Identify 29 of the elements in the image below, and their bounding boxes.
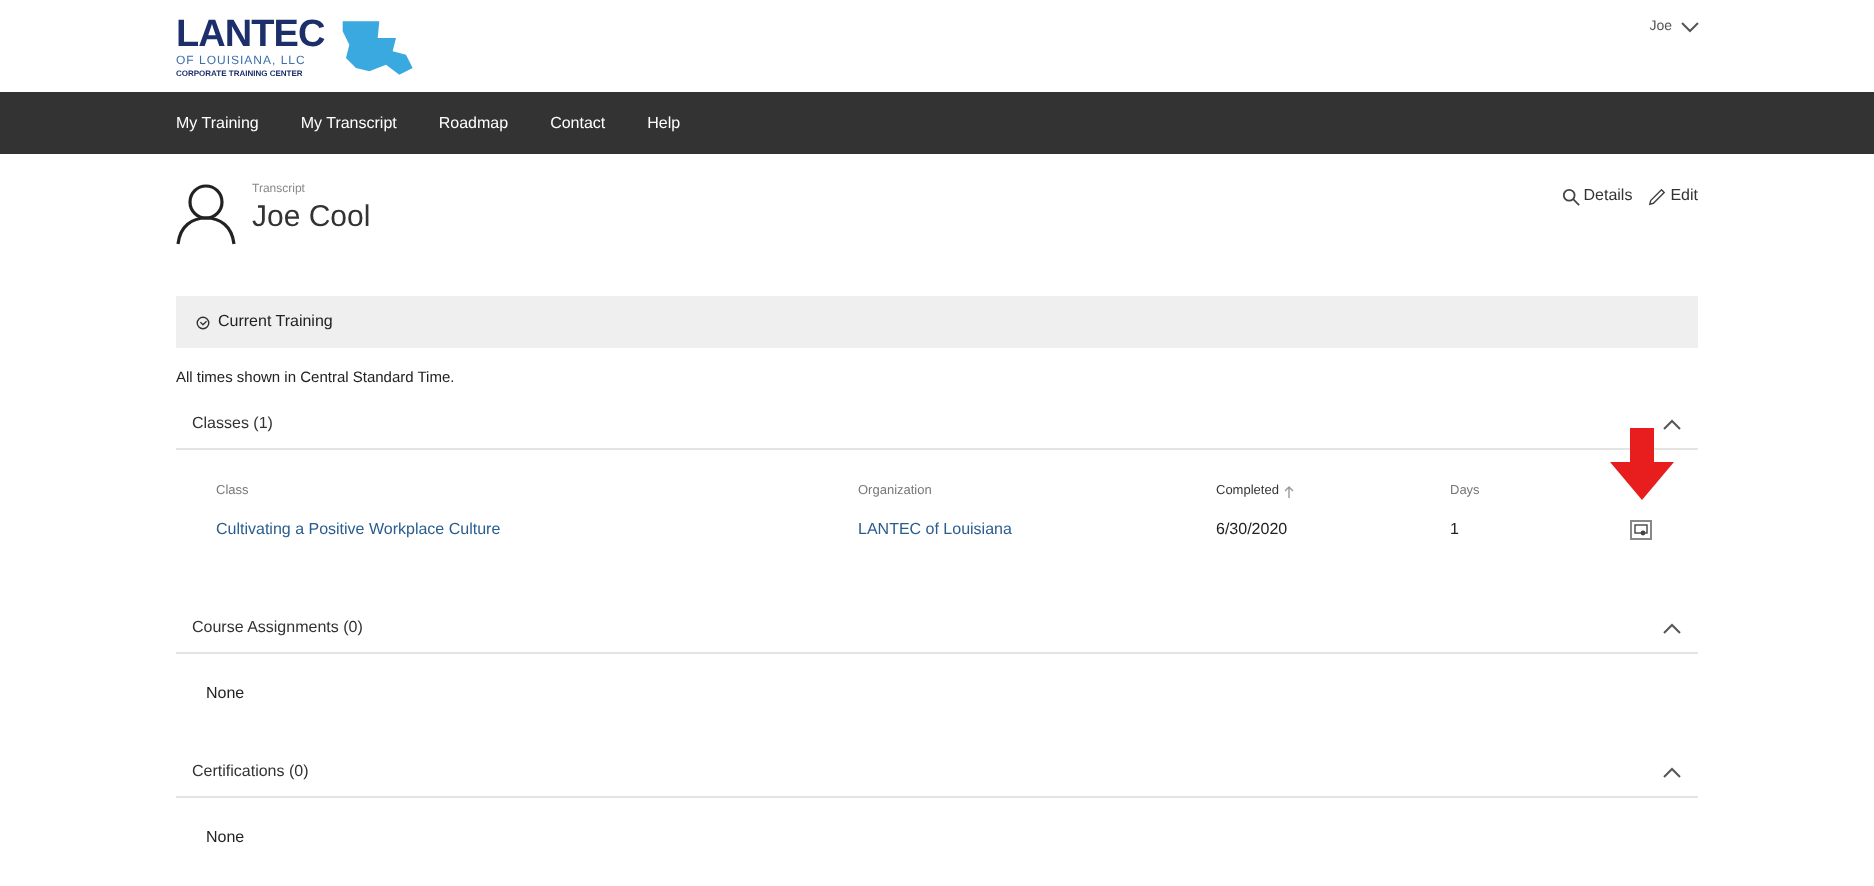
logo-title: LANTEC xyxy=(176,15,325,53)
caret-up-icon[interactable] xyxy=(1662,621,1682,633)
caret-down-icon[interactable] xyxy=(1680,22,1700,35)
nav-link[interactable]: My Training xyxy=(176,111,259,135)
organization-link[interactable]: LANTEC of Louisiana xyxy=(858,520,1012,538)
completed-date: 6/30/2020 xyxy=(1216,518,1290,542)
empty-text: None xyxy=(206,684,245,702)
class-link[interactable]: Cultivating a Positive Workplace Culture xyxy=(216,520,501,538)
certificate-icon xyxy=(1634,524,1648,536)
nav-link[interactable]: Contact xyxy=(550,111,606,135)
days-count: 1 xyxy=(1450,518,1461,542)
section-title[interactable]: Certifications (0) xyxy=(192,759,309,783)
empty-text: None xyxy=(206,828,245,846)
section-title[interactable]: Classes (1) xyxy=(192,411,273,435)
section-title[interactable]: Course Assignments (0) xyxy=(192,615,363,639)
pencil-icon xyxy=(1648,187,1667,205)
filter-label: Current Training xyxy=(218,310,333,334)
profile-name: Joe Cool xyxy=(252,200,371,238)
caret-up-icon[interactable] xyxy=(1662,765,1682,777)
nav-link[interactable]: My Transcript xyxy=(300,111,397,135)
nav-link[interactable]: Help xyxy=(647,111,681,135)
nav-link[interactable]: Roadmap xyxy=(438,111,509,135)
certificate-button[interactable] xyxy=(1630,520,1652,540)
filter-bar[interactable]: Current Training xyxy=(176,296,1698,348)
edit-link[interactable]: Edit xyxy=(1648,184,1698,208)
details-link[interactable]: Details xyxy=(1561,184,1633,208)
user-avatar-icon xyxy=(176,182,236,246)
caret-up-icon[interactable] xyxy=(1662,417,1682,429)
search-icon xyxy=(1561,187,1580,205)
